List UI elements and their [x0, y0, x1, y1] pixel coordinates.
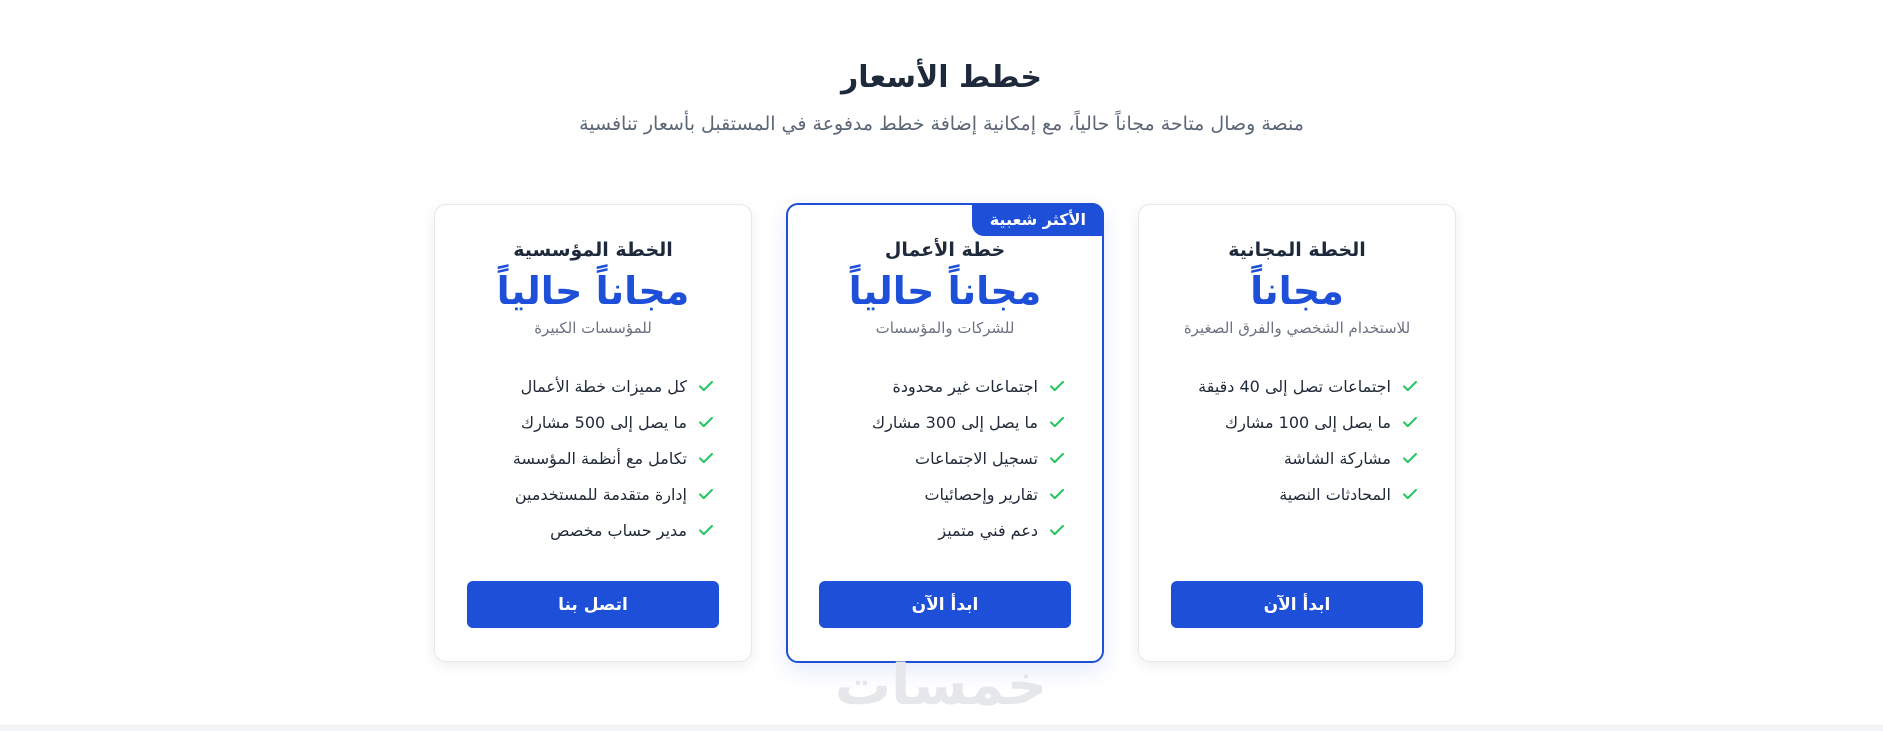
feature-item: المحادثات النصية: [1159, 476, 1419, 512]
feature-text: كل مميزات خطة الأعمال: [520, 376, 687, 396]
start-now-button[interactable]: ابدأ الآن: [1171, 581, 1423, 628]
feature-text: مدير حساب مخصص: [550, 520, 687, 540]
feature-text: تسجيل الاجتماعات: [915, 448, 1038, 468]
feature-item: ما يصل إلى 300 مشارك: [808, 404, 1066, 440]
plan-price: مجاناً حالياً: [496, 269, 690, 313]
plan-price: مجاناً حالياً: [848, 269, 1042, 313]
plan-description: للشركات والمؤسسات: [875, 319, 1015, 337]
check-icon: [699, 488, 713, 500]
feature-text: اجتماعات تصل إلى 40 دقيقة: [1198, 376, 1391, 396]
plan-card-business: الأكثر شعبية خطة الأعمال مجاناً حالياً ل…: [786, 203, 1104, 663]
feature-item: دعم فني متميز: [808, 512, 1066, 548]
plan-name: الخطة المؤسسية: [513, 239, 673, 261]
feature-item: إدارة متقدمة للمستخدمين: [455, 476, 715, 512]
plan-card-free: الخطة المجانية مجاناً للاستخدام الشخصي و…: [1138, 204, 1456, 662]
plan-header: الخطة المجانية مجاناً للاستخدام الشخصي و…: [1139, 237, 1455, 339]
page-title: خطط الأسعار: [840, 60, 1042, 95]
feature-text: اجتماعات غير محدودة: [892, 376, 1039, 396]
check-icon: [699, 380, 713, 392]
feature-item: تكامل مع أنظمة المؤسسة: [455, 440, 715, 476]
feature-item: ما يصل إلى 100 مشارك: [1159, 404, 1419, 440]
check-icon: [1050, 524, 1064, 536]
plan-description: للمؤسسات الكبيرة: [534, 319, 652, 337]
bottom-divider: [0, 725, 1883, 731]
feature-list: كل مميزات خطة الأعمال ما يصل إلى 500 مشا…: [455, 368, 715, 548]
feature-text: تكامل مع أنظمة المؤسسة: [512, 448, 687, 468]
feature-item: مدير حساب مخصص: [455, 512, 715, 548]
feature-item: كل مميزات خطة الأعمال: [455, 368, 715, 404]
check-icon: [699, 416, 713, 428]
feature-text: دعم فني متميز: [938, 520, 1038, 540]
check-icon: [1050, 488, 1064, 500]
feature-item: تسجيل الاجتماعات: [808, 440, 1066, 476]
check-icon: [1403, 380, 1417, 392]
plan-card-enterprise: الخطة المؤسسية مجاناً حالياً للمؤسسات ال…: [434, 204, 752, 662]
check-icon: [699, 452, 713, 464]
page-subtitle: منصة وصال متاحة مجاناً حالياً، مع إمكاني…: [579, 113, 1304, 135]
check-icon: [1403, 452, 1417, 464]
check-icon: [1050, 380, 1064, 392]
most-popular-badge: الأكثر شعبية: [971, 203, 1104, 236]
pricing-header: خطط الأسعار منصة وصال متاحة مجاناً حاليا…: [0, 58, 1883, 138]
feature-item: اجتماعات تصل إلى 40 دقيقة: [1159, 368, 1419, 404]
contact-us-button[interactable]: اتصل بنا: [467, 581, 719, 628]
start-now-button[interactable]: ابدأ الآن: [819, 581, 1071, 628]
check-icon: [699, 524, 713, 536]
plan-header: خطة الأعمال مجاناً حالياً للشركات والمؤس…: [788, 237, 1102, 339]
feature-text: المحادثات النصية: [1279, 484, 1391, 504]
check-icon: [1050, 416, 1064, 428]
feature-list: اجتماعات غير محدودة ما يصل إلى 300 مشارك…: [808, 368, 1066, 548]
check-icon: [1403, 488, 1417, 500]
feature-text: ما يصل إلى 500 مشارك: [520, 412, 687, 432]
feature-item: ما يصل إلى 500 مشارك: [455, 404, 715, 440]
watermark-logo: خمسات: [834, 653, 1048, 718]
feature-text: ما يصل إلى 300 مشارك: [871, 412, 1038, 432]
feature-text: ما يصل إلى 100 مشارك: [1224, 412, 1391, 432]
feature-list: اجتماعات تصل إلى 40 دقيقة ما يصل إلى 100…: [1159, 368, 1419, 512]
feature-item: تقارير وإحصائيات: [808, 476, 1066, 512]
feature-item: مشاركة الشاشة: [1159, 440, 1419, 476]
feature-text: مشاركة الشاشة: [1283, 448, 1391, 468]
plan-name: خطة الأعمال: [884, 239, 1006, 261]
check-icon: [1403, 416, 1417, 428]
feature-item: اجتماعات غير محدودة: [808, 368, 1066, 404]
plan-name: الخطة المجانية: [1228, 239, 1366, 261]
feature-text: إدارة متقدمة للمستخدمين: [514, 484, 687, 504]
plan-description: للاستخدام الشخصي والفرق الصغيرة: [1183, 319, 1411, 337]
plan-header: الخطة المؤسسية مجاناً حالياً للمؤسسات ال…: [435, 237, 751, 339]
check-icon: [1050, 452, 1064, 464]
feature-text: تقارير وإحصائيات: [924, 484, 1038, 504]
plan-price: مجاناً: [1250, 269, 1344, 313]
